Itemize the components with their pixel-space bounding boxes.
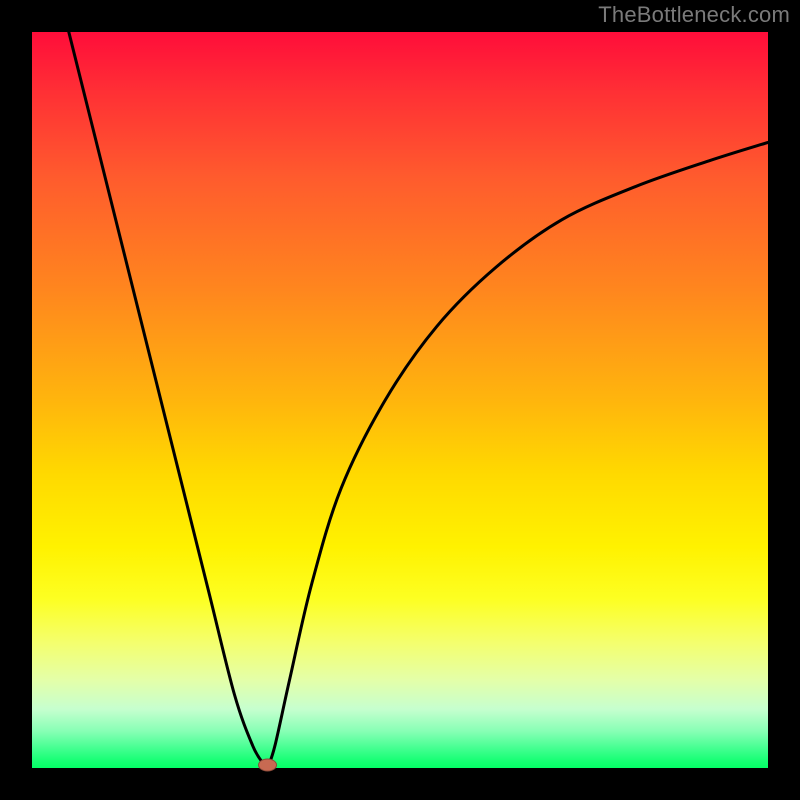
bottleneck-curve <box>32 32 768 768</box>
curve-path <box>69 32 768 768</box>
watermark-text: TheBottleneck.com <box>598 2 790 28</box>
chart-frame: TheBottleneck.com <box>0 0 800 800</box>
min-marker <box>259 759 277 771</box>
plot-area <box>32 32 768 768</box>
